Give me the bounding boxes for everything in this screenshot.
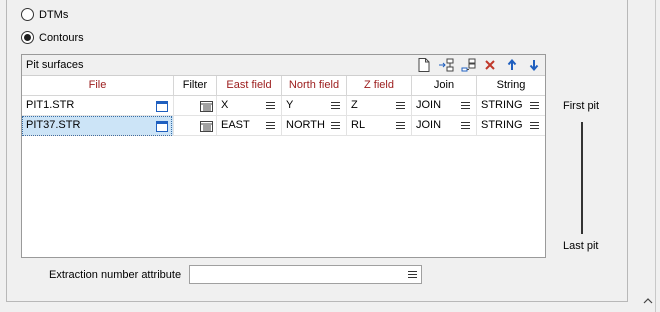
header-z-field[interactable]: Z field [347,76,412,96]
move-down-icon[interactable] [526,57,542,73]
header-join[interactable]: Join [412,76,477,96]
grid-title: Pit surfaces [26,59,84,71]
string-cell[interactable]: STRING [477,96,545,116]
header-north-field[interactable]: North field [282,76,347,96]
list-icon[interactable] [331,102,340,110]
z-value: Z [351,99,358,111]
panel-border-bottom [6,301,628,302]
list-icon[interactable] [266,102,275,110]
file-cell[interactable]: PIT1.STR [22,96,174,116]
order-indicator-line [581,122,583,234]
filter-cell[interactable] [174,96,217,116]
header-file[interactable]: File [22,76,174,96]
file-browse-icon[interactable] [156,100,168,115]
list-icon[interactable] [530,102,539,110]
filter-cell[interactable] [174,116,217,136]
header-filter[interactable]: Filter [174,76,217,96]
string-value: STRING [481,119,523,131]
join-value: JOIN [416,99,442,111]
string-value: STRING [481,99,523,111]
move-up-icon[interactable] [504,57,520,73]
last-pit-label: Last pit [563,240,599,252]
join-cell[interactable]: JOIN [412,96,477,116]
list-icon[interactable] [408,271,417,279]
list-icon[interactable] [266,122,275,130]
new-file-icon[interactable] [416,57,432,73]
join-value: JOIN [416,119,442,131]
header-string[interactable]: String [477,76,545,96]
radio-option-dtms[interactable]: DTMs [21,8,68,21]
z-field-cell[interactable]: Z [347,96,412,116]
grid-title-bar: Pit surfaces [22,55,545,76]
first-pit-label: First pit [563,100,600,112]
east-value: X [221,99,229,111]
list-icon[interactable] [396,102,405,110]
insert-row-icon[interactable] [438,57,454,73]
focus-outline [22,116,172,136]
north-value: NORTH [286,119,325,131]
contours-label: Contours [39,31,84,44]
north-field-cell[interactable]: NORTH [282,116,347,136]
contours-radio[interactable] [21,31,34,44]
window-scroll-edge [655,0,656,312]
panel-border-right [627,0,628,301]
list-icon[interactable] [461,102,470,110]
filter-icon[interactable] [200,100,213,115]
pit-surfaces-grid: Pit surfaces File Filter East field Nort… [21,54,546,258]
radio-option-contours[interactable]: Contours [21,31,84,44]
file-value: PIT1.STR [26,99,75,111]
list-icon[interactable] [461,122,470,130]
east-field-cell[interactable]: X [217,96,282,116]
string-cell[interactable]: STRING [477,116,545,136]
filter-icon[interactable] [200,120,213,135]
north-field-cell[interactable]: Y [282,96,347,116]
delete-icon[interactable] [482,57,498,73]
panel-border-left [6,0,7,301]
extraction-attribute-input[interactable] [189,265,422,284]
join-cell[interactable]: JOIN [412,116,477,136]
dtms-radio[interactable] [21,8,34,21]
list-icon[interactable] [530,122,539,130]
append-row-icon[interactable] [460,57,476,73]
header-east-field[interactable]: East field [217,76,282,96]
east-value: EAST [221,119,250,131]
chevron-up-icon[interactable] [643,295,653,304]
z-value: RL [351,119,366,131]
list-icon[interactable] [331,122,340,130]
north-value: Y [286,99,294,111]
extraction-attribute-label: Extraction number attribute [49,269,182,281]
east-field-cell[interactable]: EAST [217,116,282,136]
list-icon[interactable] [396,122,405,130]
dtms-label: DTMs [39,8,69,21]
z-field-cell[interactable]: RL [347,116,412,136]
